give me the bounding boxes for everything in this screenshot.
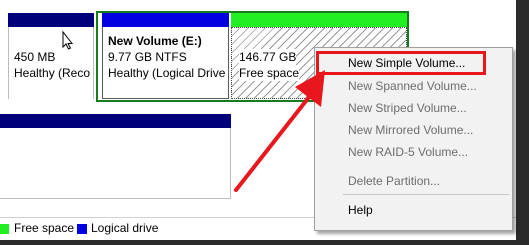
free-space-status: Free space	[239, 65, 300, 81]
free-space-size: 146.77 GB	[239, 49, 297, 65]
partition-2-header-bar	[102, 13, 229, 27]
partition-2-name: New Volume (E:)	[108, 34, 202, 48]
partition-3-header-bar	[231, 13, 407, 27]
menu-item-new-spanned-volume[interactable]: New Spanned Volume...	[348, 79, 477, 93]
partition-1-header-bar	[8, 13, 94, 27]
partition-2-status: Healthy (Logical Drive	[108, 66, 226, 80]
menu-item-new-striped-volume[interactable]: New Striped Volume...	[348, 101, 467, 115]
partition-1-status: Healthy (Reco	[14, 66, 91, 80]
disk-2-partition[interactable]	[0, 128, 231, 199]
partition-2-filesystem: 9.77 GB NTFS	[108, 50, 187, 64]
menu-item-new-mirrored-volume[interactable]: New Mirrored Volume...	[348, 123, 473, 137]
highlight-box	[316, 51, 486, 75]
partition-1-size: 450 MB	[14, 50, 56, 64]
window-bottom-edge	[0, 240, 516, 245]
menu-item-delete-partition[interactable]: Delete Partition...	[348, 174, 440, 188]
menu-item-new-raid5-volume[interactable]: New RAID-5 Volume...	[348, 145, 468, 159]
window-edge	[516, 0, 529, 245]
logical-drive-swatch	[77, 224, 87, 234]
menu-separator	[343, 194, 509, 195]
legend-free-space-label: Free space	[14, 221, 75, 235]
legend-logical-drive-label: Logical drive	[91, 221, 159, 235]
disk-2-header-bar	[0, 114, 231, 128]
arrow-shaft	[234, 90, 315, 192]
free-space-swatch	[0, 224, 9, 234]
menu-item-help[interactable]: Help	[348, 203, 373, 217]
